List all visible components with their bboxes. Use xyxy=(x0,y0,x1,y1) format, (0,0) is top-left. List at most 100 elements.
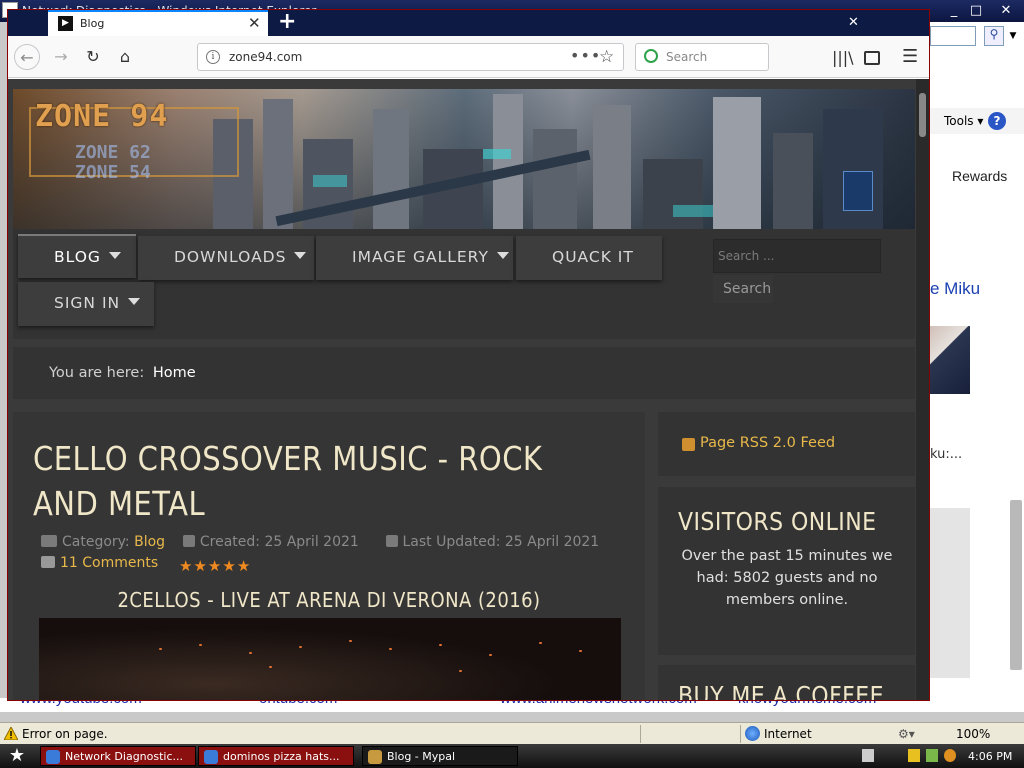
close-button[interactable]: ✕ xyxy=(996,2,1016,20)
page-actions-icon[interactable]: ••• xyxy=(570,46,601,65)
star-rating[interactable]: ★★★★★ xyxy=(179,557,251,575)
calendar-icon xyxy=(182,535,195,547)
task-label: Blog - Mypal xyxy=(387,750,456,763)
folder-icon xyxy=(41,535,57,547)
menu-downloads[interactable]: DOWNLOADS xyxy=(138,236,314,280)
hamburger-menu-icon[interactable]: ☰ xyxy=(902,46,918,67)
rating-star-icon[interactable]: ★ xyxy=(193,557,207,575)
calendar-icon xyxy=(385,535,398,547)
breadcrumb: You are here: Home xyxy=(13,347,915,399)
embedded-video[interactable] xyxy=(39,618,621,700)
url-text[interactable]: zone94.com xyxy=(229,50,302,64)
caret-down-icon xyxy=(496,252,509,259)
navigation-toolbar: ← → ↻ ⌂ i zone94.com ••• ☆ Search |||\ ☰ xyxy=(8,36,929,78)
caret-down-icon xyxy=(294,252,307,259)
site-banner[interactable]: ZONE 94 ZONE 62 ZONE 54 xyxy=(13,89,915,229)
keyboard-icon[interactable] xyxy=(862,749,874,762)
site-info-icon[interactable]: i xyxy=(206,50,220,64)
article-title[interactable]: CELLO CROSSOVER MUSIC - ROCK AND METAL xyxy=(33,436,561,526)
minimize-button[interactable]: _ xyxy=(944,2,964,20)
updated-date: Last Updated: 25 April 2021 xyxy=(402,534,600,550)
warning-icon[interactable] xyxy=(4,727,18,740)
created-date: Created: 25 April 2021 xyxy=(199,534,359,550)
ie-scrollbar[interactable] xyxy=(1010,500,1022,670)
tab-title: Blog xyxy=(80,17,105,30)
comments-count: 11 Comments xyxy=(60,555,159,571)
ie-thumbnail-image[interactable] xyxy=(930,326,970,394)
ie-snippet-text: ku:... xyxy=(930,447,963,462)
back-button[interactable]: ← xyxy=(14,44,40,70)
home-button[interactable]: ⌂ xyxy=(112,44,138,70)
main-menu: BLOG DOWNLOADS IMAGE GALLERY QUACK IT SI… xyxy=(13,229,915,339)
task-network-diagnostics[interactable]: Network Diagnostic... xyxy=(40,746,196,766)
status-error-text[interactable]: Error on page. xyxy=(22,727,108,741)
rss-link[interactable]: Page RSS 2.0 Feed xyxy=(700,435,835,451)
menu-blog[interactable]: BLOG xyxy=(18,234,136,278)
ie-search-input[interactable] xyxy=(930,26,976,46)
network-icon[interactable] xyxy=(926,749,938,762)
mypal-icon xyxy=(368,750,382,764)
site-logo-sub: ZONE 62 ZONE 54 xyxy=(75,143,151,183)
ie-miku-link[interactable]: e Miku xyxy=(930,279,980,299)
menu-sign-in[interactable]: SIGN IN xyxy=(18,282,154,326)
search-icon[interactable] xyxy=(944,749,956,762)
start-button[interactable]: ★ xyxy=(2,746,32,766)
browser-search-input[interactable]: Search xyxy=(635,43,769,71)
logo-sub-line: ZONE 62 xyxy=(75,142,151,163)
menu-label: DOWNLOADS xyxy=(174,248,287,266)
category-link[interactable]: Blog xyxy=(134,534,165,550)
ie-help-icon[interactable]: ? xyxy=(988,112,1006,130)
site-search-button[interactable]: Search xyxy=(713,275,773,303)
reload-button[interactable]: ↻ xyxy=(80,44,106,70)
page-scrollbar[interactable] xyxy=(916,79,929,700)
rating-star-icon[interactable]: ★ xyxy=(179,557,193,575)
forward-button[interactable]: → xyxy=(48,44,74,70)
breadcrumb-prefix: You are here: xyxy=(49,365,145,381)
task-dominos[interactable]: dominos pizza hats... xyxy=(198,746,354,766)
ie-ad-placeholder xyxy=(930,508,970,678)
task-mypal[interactable]: Blog - Mypal xyxy=(362,746,518,766)
shield-icon[interactable] xyxy=(908,749,920,762)
menu-label: SIGN IN xyxy=(54,294,121,312)
menu-label: IMAGE GALLERY xyxy=(352,248,489,266)
rss-module: Page RSS 2.0 Feed xyxy=(658,412,915,476)
clock[interactable]: 4:06 PM xyxy=(968,750,1012,763)
ie-status-bar: Error on page. Internet ⚙▾ 100% xyxy=(0,722,1024,744)
ie-rewards-link[interactable]: Rewards xyxy=(952,168,1007,184)
menu-image-gallery[interactable]: IMAGE GALLERY xyxy=(316,236,513,280)
internet-zone-icon xyxy=(745,726,760,741)
breadcrumb-home-link[interactable]: Home xyxy=(153,365,196,381)
library-icon[interactable]: |||\ xyxy=(832,48,854,67)
caret-down-icon xyxy=(108,252,121,259)
zoom-level[interactable]: 100% xyxy=(956,727,990,741)
window-controls[interactable]: ✕ xyxy=(848,15,865,30)
tab-strip: ▶ Blog ✕ + ✕ xyxy=(8,10,929,36)
site-logo[interactable]: ZONE 94 xyxy=(35,99,168,134)
ie-search-button[interactable]: ⚲ xyxy=(984,26,1004,46)
url-bar[interactable]: i zone94.com ••• ☆ xyxy=(197,43,624,71)
rating-star-icon[interactable]: ★ xyxy=(208,557,222,575)
rss-icon xyxy=(682,438,695,451)
ie-tools-menu[interactable]: Tools ▾ xyxy=(944,114,983,128)
maximize-button[interactable]: □ xyxy=(966,2,986,20)
menu-quack-it[interactable]: QUACK IT xyxy=(516,236,662,280)
new-tab-button[interactable]: + xyxy=(278,10,296,34)
comment-icon xyxy=(41,556,55,568)
ie-search-dropdown-icon[interactable]: ▼ xyxy=(1006,26,1020,46)
rating-star-icon[interactable]: ★ xyxy=(222,557,236,575)
bookmark-star-icon[interactable]: ☆ xyxy=(599,47,614,67)
ie-icon xyxy=(46,750,60,764)
task-label: dominos pizza hats... xyxy=(223,750,340,763)
search-icon xyxy=(644,49,658,63)
visitors-module: VISITORS ONLINE Over the past 15 minutes… xyxy=(658,487,915,655)
article: CELLO CROSSOVER MUSIC - ROCK AND METAL C… xyxy=(13,412,645,700)
scrollbar-thumb[interactable] xyxy=(919,93,926,137)
protected-mode-icon[interactable]: ⚙▾ xyxy=(898,727,915,741)
comments-link[interactable]: 11 Comments xyxy=(41,555,158,571)
close-tab-icon[interactable]: ✕ xyxy=(248,14,261,32)
site-search-input[interactable]: Search ... xyxy=(713,239,881,273)
sidebar-icon[interactable] xyxy=(864,51,880,65)
tab-blog[interactable]: ▶ Blog ✕ xyxy=(48,10,268,36)
rating-star-icon[interactable]: ★ xyxy=(237,557,251,575)
status-separator xyxy=(740,725,741,743)
